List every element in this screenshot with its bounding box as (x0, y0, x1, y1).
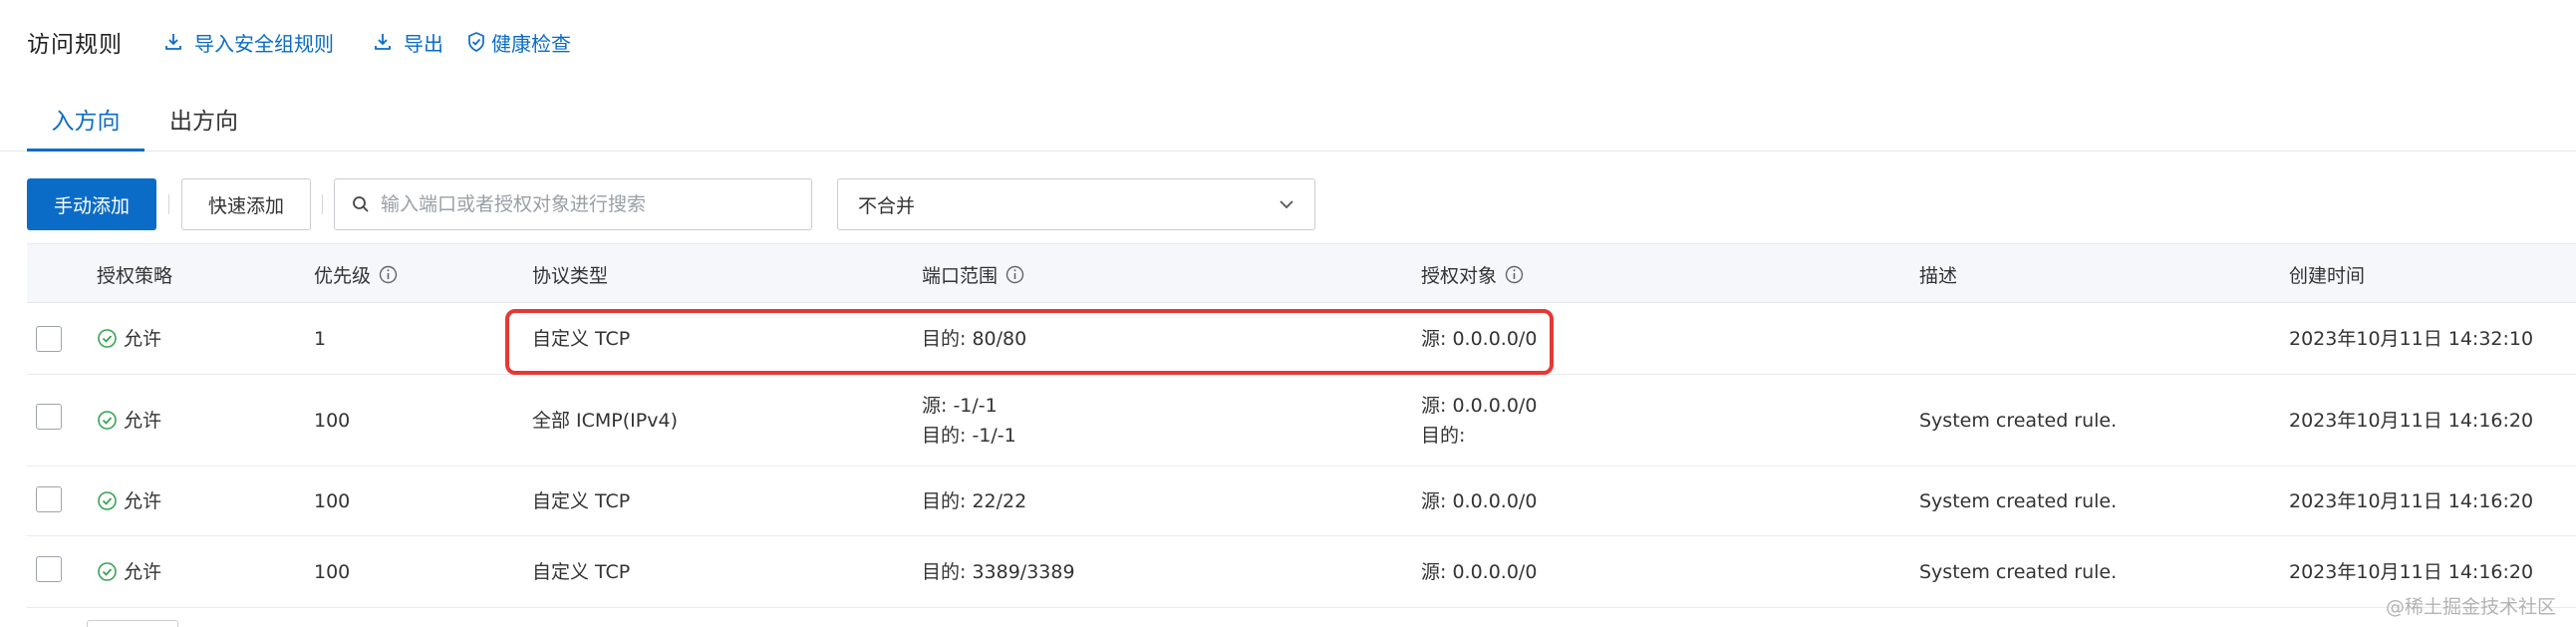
info-icon[interactable] (1005, 265, 1024, 284)
auth-object-line: 源: 0.0.0.0/0 (1421, 394, 1538, 417)
tab-inbound[interactable]: 入方向 (27, 102, 144, 152)
policy-cell: 允许 (97, 375, 161, 466)
column-header-auth-object: 授权对象 (1421, 244, 1524, 304)
priority-cell: 100 (314, 560, 351, 583)
priority-cell: 100 (314, 409, 351, 432)
info-icon[interactable] (1505, 265, 1524, 284)
import-icon (162, 31, 184, 53)
protocol-cell: 自定义 TCP (532, 489, 631, 512)
table-row[interactable]: 允许 100 全部 ICMP(IPv4) 源: -1/-1 目的: -1/-1 … (27, 375, 2576, 467)
tab-outbound[interactable]: 出方向 (169, 102, 238, 136)
shield-check-icon (465, 31, 487, 53)
auth-object-line: 源: 0.0.0.0/0 (1421, 560, 1538, 583)
import-security-group-rules-link[interactable]: 导入安全组规则 (162, 28, 334, 57)
created-at-cell: 2023年10月11日 14:16:20 (2289, 409, 2534, 432)
port-range-line: 目的: -1/-1 (922, 424, 1016, 447)
check-circle-icon (97, 561, 118, 582)
policy-cell: 允许 (97, 467, 161, 535)
rules-table: 授权策略 优先级 协议类型 端口范围 授权对象 描述 创建时间 允许 1 自定义… (27, 243, 2576, 608)
policy-label: 允许 (124, 560, 162, 583)
add-quick-button[interactable]: 快速添加 (181, 178, 311, 230)
protocol-cell: 自定义 TCP (532, 560, 631, 583)
export-link[interactable]: 导出 (372, 28, 443, 57)
policy-label: 允许 (124, 327, 162, 350)
priority-cell: 100 (314, 489, 351, 512)
row-checkbox[interactable] (36, 486, 62, 512)
export-icon (372, 31, 394, 53)
port-range-line: 源: -1/-1 (922, 394, 998, 417)
check-circle-icon (97, 490, 118, 511)
auth-object-cell: 源: 0.0.0.0/0 目的: (1421, 375, 1537, 466)
policy-cell: 允许 (97, 303, 161, 374)
column-header-label: 协议类型 (532, 264, 609, 287)
column-header-priority: 优先级 (314, 244, 398, 304)
description-cell: System created rule. (1919, 409, 2118, 432)
port-range-cell: 源: -1/-1 目的: -1/-1 (922, 375, 1016, 466)
access-rules-page: 访问规则 导入安全组规则 导出 健康检查 入方向 出方向 手动添加 快速添加 输… (0, 0, 2576, 627)
check-circle-icon (97, 328, 118, 349)
row-checkbox[interactable] (36, 556, 62, 582)
table-header: 授权策略 优先级 协议类型 端口范围 授权对象 描述 创建时间 (27, 243, 2576, 303)
column-header-protocol: 协议类型 (532, 244, 608, 304)
column-header-label: 授权策略 (97, 264, 173, 287)
health-check-link[interactable]: 健康检查 (465, 28, 571, 57)
port-range-line: 目的: 22/22 (922, 489, 1027, 512)
description-cell: System created rule. (1919, 489, 2118, 512)
page-title: 访问规则 (27, 32, 123, 58)
merge-select-value: 不合并 (858, 194, 916, 217)
table-row[interactable]: 允许 100 自定义 TCP 目的: 22/22 源: 0.0.0.0/0 Sy… (27, 467, 2576, 536)
protocol-cell: 全部 ICMP(IPv4) (532, 409, 678, 432)
column-header-policy: 授权策略 (97, 244, 172, 304)
info-icon[interactable] (379, 265, 398, 284)
export-link-label: 导出 (404, 31, 443, 56)
watermark: @稀土掘金技术社区 (2385, 596, 2556, 618)
column-header-label: 授权对象 (1421, 264, 1498, 287)
merge-select[interactable]: 不合并 (837, 178, 1315, 230)
auth-object-line: 源: 0.0.0.0/0 (1421, 489, 1538, 512)
auth-object-cell: 源: 0.0.0.0/0 (1421, 536, 1537, 607)
row-checkbox[interactable] (36, 326, 62, 352)
column-header-label: 创建时间 (2289, 264, 2366, 287)
pagination-control[interactable] (87, 620, 178, 627)
column-header-description: 描述 (1919, 244, 1957, 304)
column-header-label: 端口范围 (922, 264, 999, 287)
search-icon (351, 194, 371, 214)
created-at-cell: 2023年10月11日 14:32:10 (2289, 327, 2534, 350)
created-at-cell: 2023年10月11日 14:16:20 (2289, 489, 2534, 512)
port-range-line: 目的: 3389/3389 (922, 560, 1075, 583)
check-circle-icon (97, 410, 118, 431)
search-box[interactable] (334, 178, 812, 230)
policy-label: 允许 (124, 409, 162, 432)
policy-label: 允许 (124, 489, 162, 512)
column-header-label: 优先级 (314, 264, 372, 287)
health-check-label: 健康检查 (491, 31, 571, 56)
page-header: 访问规则 导入安全组规则 导出 健康检查 (27, 22, 571, 62)
row-checkbox[interactable] (36, 404, 62, 430)
column-header-port-range: 端口范围 (922, 244, 1024, 304)
description-cell: System created rule. (1919, 560, 2118, 583)
chevron-down-icon (1277, 194, 1296, 214)
column-header-created-at: 创建时间 (2289, 244, 2365, 304)
column-header-label: 描述 (1919, 264, 1958, 287)
add-manual-button[interactable]: 手动添加 (27, 178, 156, 230)
table-row[interactable]: 允许 100 自定义 TCP 目的: 3389/3389 源: 0.0.0.0/… (27, 536, 2576, 608)
priority-cell: 1 (314, 327, 327, 350)
port-range-cell: 目的: 22/22 (922, 467, 1026, 535)
search-input[interactable] (381, 193, 799, 215)
auth-object-cell: 源: 0.0.0.0/0 (1421, 467, 1537, 535)
port-range-cell: 目的: 3389/3389 (922, 536, 1075, 607)
toolbar-divider (168, 194, 169, 214)
policy-cell: 允许 (97, 536, 161, 607)
import-link-label: 导入安全组规则 (194, 31, 334, 56)
highlight-annotation (505, 309, 1554, 375)
direction-tabs: 入方向 出方向 (0, 92, 2576, 152)
auth-object-line: 目的: (1421, 424, 1466, 447)
toolbar-divider (322, 194, 323, 214)
